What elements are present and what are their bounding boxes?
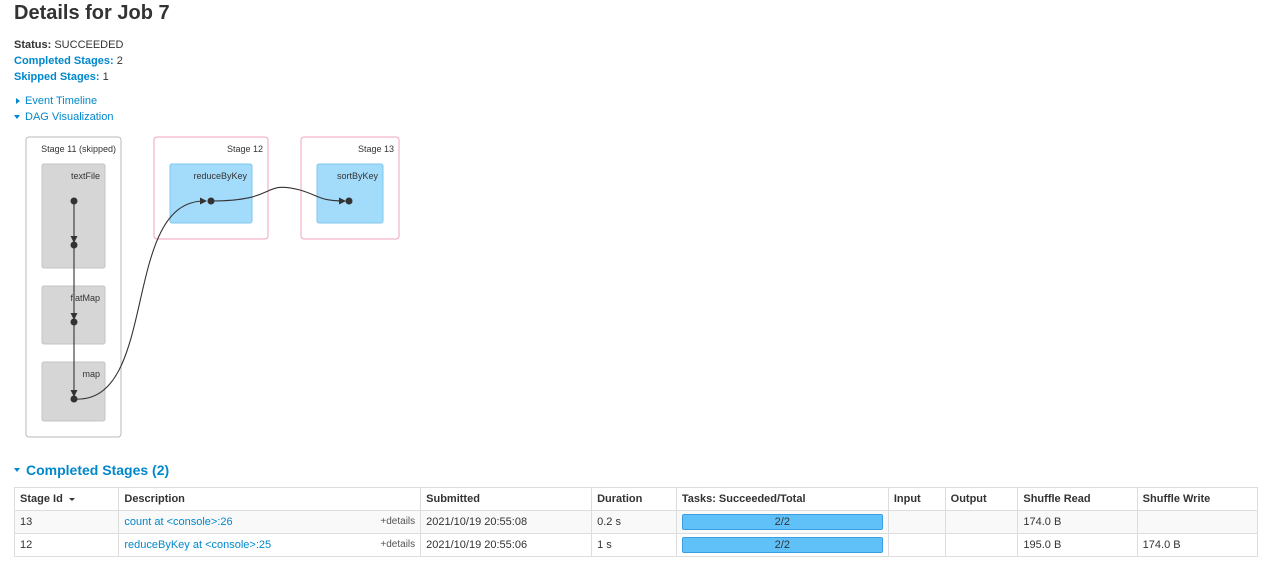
shuffle-read-cell: 195.0 B — [1017, 533, 1138, 557]
table-row: 12 reduceByKey at <console>:25 +details … — [13, 533, 1259, 557]
rdd-node-dot[interactable] — [70, 318, 78, 326]
stage-description-link[interactable]: reduceByKey at <console>:25 — [124, 539, 271, 551]
op-sortbykey-label: sortByKey — [337, 171, 379, 181]
rdd-node-dot[interactable] — [70, 395, 78, 403]
shuffle-write-cell — [1136, 510, 1259, 534]
rdd-node-dot[interactable] — [207, 197, 215, 205]
tasks-progress-bar: 2/2 — [681, 514, 883, 530]
tasks-progress-text: 2/2 — [774, 539, 790, 551]
column-header-shuffle-read[interactable]: Shuffle Read — [1017, 487, 1138, 511]
column-header-duration[interactable]: Duration — [591, 487, 677, 511]
details-toggle[interactable]: +details — [380, 539, 415, 550]
table-row: 13 count at <console>:26 +details 2021/1… — [13, 510, 1259, 534]
tasks-cell: 2/2 — [675, 533, 889, 557]
stage-description-link[interactable]: count at <console>:26 — [124, 516, 232, 528]
shuffle-write-cell: 174.0 B — [1136, 533, 1259, 557]
duration-cell: 1 s — [591, 533, 677, 557]
completed-stages-table: Stage Id Description Submitted Duration … — [13, 487, 1259, 557]
input-cell — [887, 510, 946, 534]
rdd-node-dot[interactable] — [70, 241, 78, 249]
description-cell: reduceByKey at <console>:25 +details — [118, 533, 422, 557]
stage-13-label: Stage 13 — [358, 144, 394, 154]
caret-down-icon — [14, 468, 20, 472]
output-cell — [944, 533, 1019, 557]
shuffle-read-cell: 174.0 B — [1017, 510, 1138, 534]
submitted-cell: 2021/10/19 20:55:08 — [420, 510, 593, 534]
op-flatmap-label: flatMap — [70, 293, 100, 303]
completed-stages-section-toggle[interactable]: Completed Stages (2) — [14, 462, 169, 478]
column-header-submitted[interactable]: Submitted — [420, 487, 593, 511]
rdd-node-dot[interactable] — [70, 197, 78, 205]
column-header-description[interactable]: Description — [118, 487, 422, 511]
stage-id-cell: 12 — [13, 533, 120, 557]
column-header-output[interactable]: Output — [944, 487, 1019, 511]
table-header-row: Stage Id Description Submitted Duration … — [13, 487, 1259, 511]
sort-desc-icon — [68, 497, 75, 501]
input-cell — [887, 533, 946, 557]
dag-visualization: Stage 11 (skipped) textFile flatMap map … — [25, 136, 400, 438]
column-header-input[interactable]: Input — [887, 487, 946, 511]
op-map-label: map — [82, 369, 100, 379]
op-reducebykey-label: reduceByKey — [193, 171, 247, 181]
tasks-cell: 2/2 — [675, 510, 889, 534]
duration-cell: 0.2 s — [591, 510, 677, 534]
op-textfile-label: textFile — [71, 171, 100, 181]
stage-12-label: Stage 12 — [227, 144, 263, 154]
stage-11-label: Stage 11 (skipped) — [41, 144, 116, 154]
rdd-node-dot[interactable] — [345, 197, 353, 205]
submitted-cell: 2021/10/19 20:55:06 — [420, 533, 593, 557]
tasks-progress-bar: 2/2 — [681, 537, 883, 553]
column-header-tasks[interactable]: Tasks: Succeeded/Total — [675, 487, 889, 511]
completed-stages-heading[interactable]: Completed Stages (2) — [26, 462, 169, 478]
details-toggle[interactable]: +details — [380, 516, 415, 527]
column-header-shuffle-write[interactable]: Shuffle Write — [1136, 487, 1259, 511]
description-cell: count at <console>:26 +details — [118, 510, 422, 534]
output-cell — [944, 510, 1019, 534]
column-header-stage-id[interactable]: Stage Id — [13, 487, 120, 511]
stage-id-cell: 13 — [13, 510, 120, 534]
tasks-progress-text: 2/2 — [774, 516, 790, 528]
